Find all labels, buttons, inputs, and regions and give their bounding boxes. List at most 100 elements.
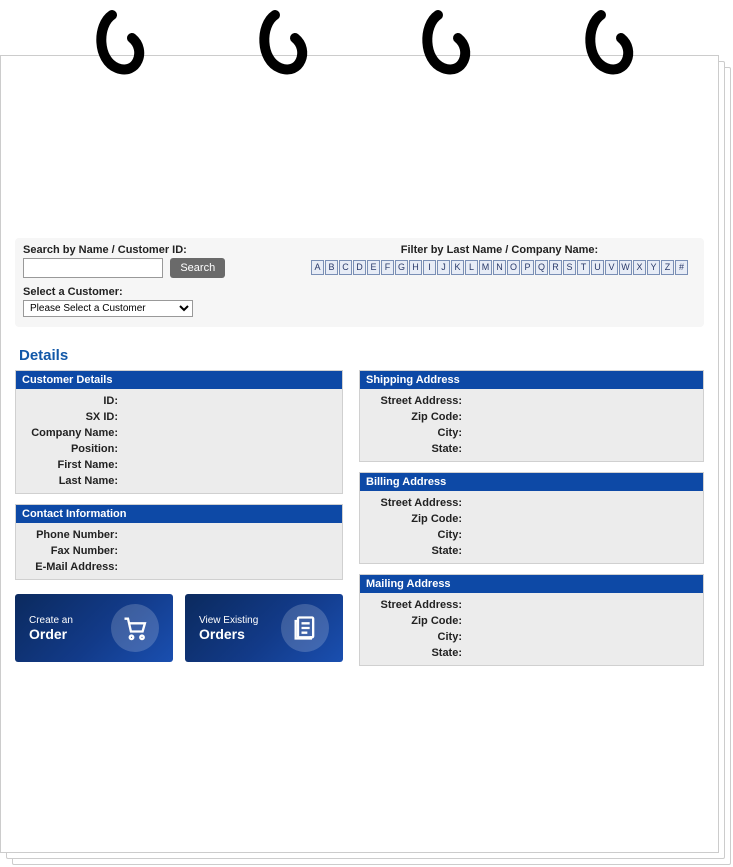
field-label-street: Street Address:	[368, 393, 468, 409]
field-label-fax: Fax Number:	[24, 543, 124, 559]
filter-letter-#[interactable]: #	[675, 260, 688, 275]
filter-letter-T[interactable]: T	[577, 260, 590, 275]
filter-letter-C[interactable]: C	[339, 260, 352, 275]
field-label-company: Company Name:	[24, 425, 124, 441]
field-value-street	[468, 495, 695, 511]
field-value-id	[124, 393, 334, 409]
field-label-position: Position:	[24, 441, 124, 457]
field-label-city: City:	[368, 629, 468, 645]
field-label-state: State:	[368, 441, 468, 457]
panel-header: Billing Address	[360, 473, 703, 491]
filter-letter-I[interactable]: I	[423, 260, 436, 275]
filter-letter-N[interactable]: N	[493, 260, 506, 275]
field-value-firstname	[124, 457, 334, 473]
filter-letter-O[interactable]: O	[507, 260, 520, 275]
details-heading: Details	[19, 347, 704, 364]
filter-letter-X[interactable]: X	[633, 260, 646, 275]
spiral-ring-icon	[92, 0, 152, 100]
filter-letter-F[interactable]: F	[381, 260, 394, 275]
field-label-state: State:	[368, 645, 468, 661]
field-label-city: City:	[368, 527, 468, 543]
document-list-icon	[281, 604, 329, 652]
field-label-city: City:	[368, 425, 468, 441]
action-line2: Orders	[199, 626, 258, 642]
field-label-lastname: Last Name:	[24, 473, 124, 489]
field-label-phone: Phone Number:	[24, 527, 124, 543]
mailing-address-panel: Mailing Address Street Address: Zip Code…	[359, 574, 704, 666]
spiral-ring-icon	[255, 0, 315, 100]
field-value-email	[124, 559, 334, 575]
filter-letter-Q[interactable]: Q	[535, 260, 548, 275]
spiral-ring-icon	[418, 0, 478, 100]
field-value-zip	[468, 511, 695, 527]
search-label: Search by Name / Customer ID:	[23, 244, 283, 256]
filter-letter-M[interactable]: M	[479, 260, 492, 275]
customer-details-panel: Customer Details ID: SX ID: Company Name…	[15, 370, 343, 494]
filter-letter-Y[interactable]: Y	[647, 260, 660, 275]
field-label-sxid: SX ID:	[24, 409, 124, 425]
search-input[interactable]	[23, 258, 163, 278]
cart-icon	[111, 604, 159, 652]
field-label-zip: Zip Code:	[368, 613, 468, 629]
billing-address-panel: Billing Address Street Address: Zip Code…	[359, 472, 704, 564]
field-value-fax	[124, 543, 334, 559]
field-value-street	[468, 393, 695, 409]
field-label-street: Street Address:	[368, 597, 468, 613]
filter-letter-B[interactable]: B	[325, 260, 338, 275]
action-line1: Create an	[29, 615, 73, 626]
filter-letter-G[interactable]: G	[395, 260, 408, 275]
field-label-state: State:	[368, 543, 468, 559]
view-orders-button[interactable]: View Existing Orders	[185, 594, 343, 662]
action-line2: Order	[29, 626, 73, 642]
field-label-zip: Zip Code:	[368, 511, 468, 527]
field-value-state	[468, 441, 695, 457]
filter-letter-V[interactable]: V	[605, 260, 618, 275]
field-label-id: ID:	[24, 393, 124, 409]
filter-letter-J[interactable]: J	[437, 260, 450, 275]
field-value-sxid	[124, 409, 334, 425]
panel-header: Mailing Address	[360, 575, 703, 593]
create-order-button[interactable]: Create an Order	[15, 594, 173, 662]
field-value-zip	[468, 613, 695, 629]
field-value-state	[468, 645, 695, 661]
field-value-city	[468, 629, 695, 645]
filter-letter-P[interactable]: P	[521, 260, 534, 275]
filter-letter-R[interactable]: R	[549, 260, 562, 275]
filter-letter-S[interactable]: S	[563, 260, 576, 275]
filter-letter-U[interactable]: U	[591, 260, 604, 275]
search-filter-bar: Search by Name / Customer ID: Search Sel…	[15, 238, 704, 327]
field-value-city	[468, 425, 695, 441]
filter-label: Filter by Last Name / Company Name:	[303, 244, 696, 256]
field-value-zip	[468, 409, 695, 425]
filter-letter-E[interactable]: E	[367, 260, 380, 275]
shipping-address-panel: Shipping Address Street Address: Zip Cod…	[359, 370, 704, 462]
field-value-position	[124, 441, 334, 457]
filter-letter-A[interactable]: A	[311, 260, 324, 275]
filter-letter-W[interactable]: W	[619, 260, 632, 275]
filter-letter-H[interactable]: H	[409, 260, 422, 275]
panel-header: Customer Details	[16, 371, 342, 389]
spiral-binding	[0, 0, 733, 100]
filter-letter-row: ABCDEFGHIJKLMNOPQRSTUVWXYZ#	[303, 260, 696, 275]
field-value-street	[468, 597, 695, 613]
field-value-company	[124, 425, 334, 441]
panel-header: Shipping Address	[360, 371, 703, 389]
filter-letter-D[interactable]: D	[353, 260, 366, 275]
select-customer-dropdown[interactable]: Please Select a Customer	[23, 300, 193, 317]
field-label-street: Street Address:	[368, 495, 468, 511]
notebook-page: Search by Name / Customer ID: Search Sel…	[0, 55, 719, 853]
spiral-ring-icon	[581, 0, 641, 100]
field-value-state	[468, 543, 695, 559]
select-customer-label: Select a Customer:	[23, 286, 283, 298]
panel-header: Contact Information	[16, 505, 342, 523]
search-button[interactable]: Search	[170, 258, 225, 278]
contact-info-panel: Contact Information Phone Number: Fax Nu…	[15, 504, 343, 580]
filter-letter-K[interactable]: K	[451, 260, 464, 275]
filter-letter-Z[interactable]: Z	[661, 260, 674, 275]
field-label-email: E-Mail Address:	[24, 559, 124, 575]
field-value-phone	[124, 527, 334, 543]
field-label-zip: Zip Code:	[368, 409, 468, 425]
field-label-firstname: First Name:	[24, 457, 124, 473]
filter-letter-L[interactable]: L	[465, 260, 478, 275]
field-value-lastname	[124, 473, 334, 489]
